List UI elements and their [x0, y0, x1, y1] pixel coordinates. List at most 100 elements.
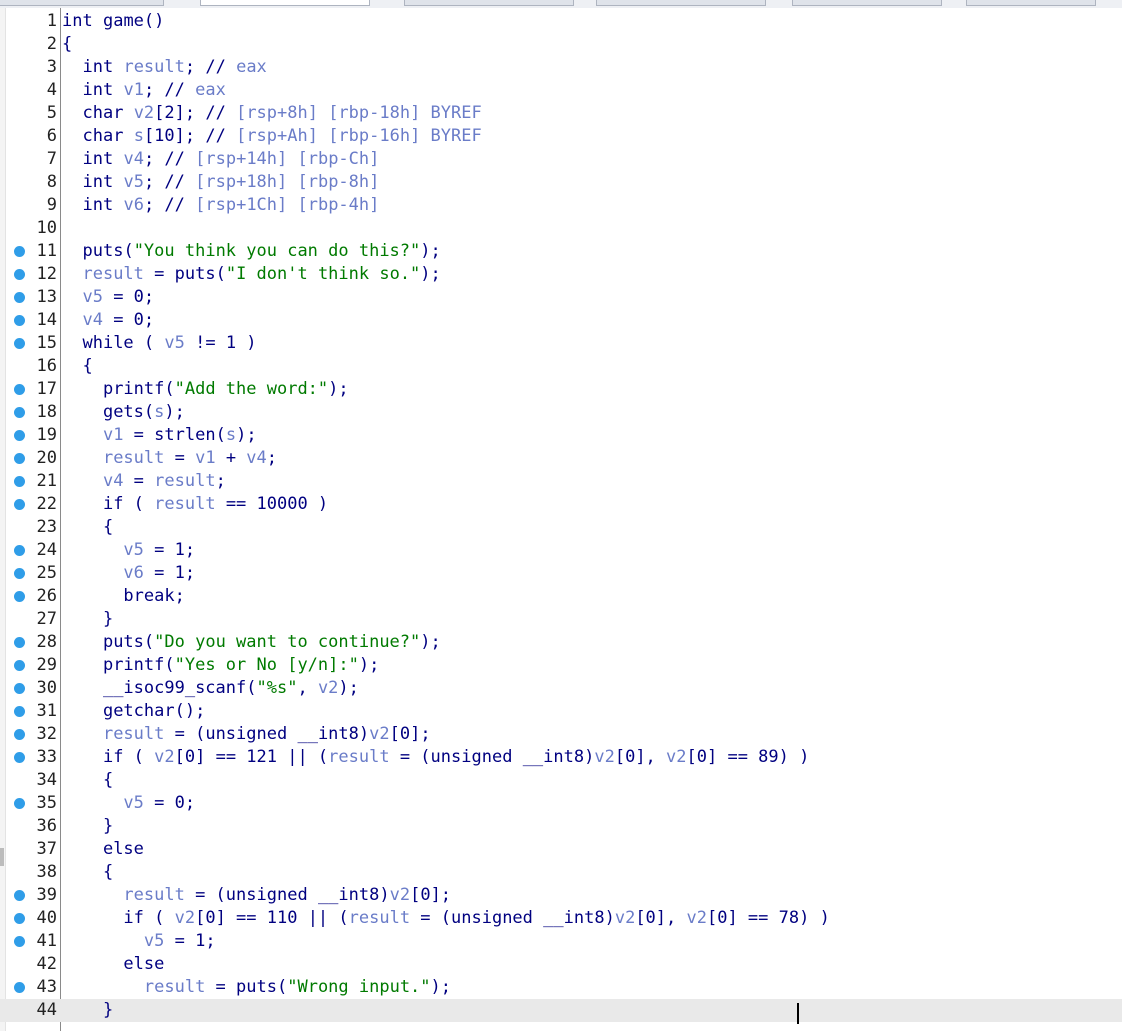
code-line[interactable]: 26 break;: [0, 585, 1122, 608]
code-line[interactable]: 39 result = (unsigned __int8)v2[0];: [0, 884, 1122, 907]
code-line[interactable]: 35 v5 = 0;: [0, 792, 1122, 815]
line-number: 40: [36, 908, 57, 928]
code-line[interactable]: 28 puts("Do you want to continue?");: [0, 631, 1122, 654]
code-line[interactable]: 20 result = v1 + v4;: [0, 447, 1122, 470]
punctuation: [62, 793, 123, 813]
punctuation: ;: [143, 172, 165, 192]
code-line[interactable]: 13 v5 = 0;: [0, 286, 1122, 309]
line-number: 6: [46, 126, 57, 146]
code-text: char v2[2]; // [rsp+8h] [rbp-18h] BYREF: [62, 102, 481, 125]
punctuation: (: [133, 333, 165, 353]
code-text: }: [62, 999, 113, 1022]
tab-pseudocode-b[interactable]: Pseudocode-B: [404, 0, 574, 6]
keyword-token: __isoc99_scanf: [102, 678, 247, 698]
punctuation: [62, 195, 82, 215]
line-number: 7: [46, 149, 57, 169]
code-line[interactable]: 31 getchar();: [0, 700, 1122, 723]
code-line[interactable]: 43 result = puts("Wrong input.");: [0, 976, 1122, 999]
code-line[interactable]: 40 if ( v2[0] == 110 || (result = (unsig…: [0, 907, 1122, 930]
line-number: 30: [36, 678, 57, 698]
punctuation: [62, 149, 82, 169]
variable-token: s: [133, 126, 144, 146]
tab-hex-view-1[interactable]: Hex View-1: [596, 0, 766, 6]
code-line[interactable]: 11 puts("You think you can do this?");: [0, 240, 1122, 263]
line-number: 10: [36, 218, 57, 238]
keyword-token: if: [123, 908, 144, 928]
punctuation: );: [420, 264, 441, 284]
comment-marker: //: [164, 195, 185, 215]
code-line[interactable]: 24 v5 = 1;: [0, 539, 1122, 562]
code-line[interactable]: 5 char v2[2]; // [rsp+8h] [rbp-18h] BYRE…: [0, 102, 1122, 125]
code-line[interactable]: 34 {: [0, 769, 1122, 792]
keyword-token: unsigned: [205, 724, 288, 744]
code-line[interactable]: 10: [0, 217, 1122, 240]
code-text: }: [62, 815, 113, 838]
variable-token: v1: [195, 448, 216, 468]
line-number: 34: [36, 770, 57, 790]
code-line[interactable]: 30 __isoc99_scanf("%s", v2);: [0, 677, 1122, 700]
code-line[interactable]: 33 if ( v2[0] == 121 || (result = (unsig…: [0, 746, 1122, 769]
variable-token: result: [102, 724, 165, 744]
code-line[interactable]: 29 printf("Yes or No [y/n]:");: [0, 654, 1122, 677]
pseudocode-view[interactable]: 1 int game() 2{3 int result; // eax 4 int v…: [0, 10, 1122, 1031]
variable-token: result: [154, 494, 216, 514]
line-number: 39: [36, 885, 57, 905]
keyword-token: puts: [82, 241, 124, 261]
code-line[interactable]: 41 v5 = 1;: [0, 930, 1122, 953]
code-line[interactable]: 37 else: [0, 838, 1122, 861]
code-line[interactable]: 42 else: [0, 953, 1122, 976]
code-line[interactable]: 2{: [0, 33, 1122, 56]
keyword-token: unsigned: [430, 747, 513, 767]
code-line[interactable]: 27 }: [0, 608, 1122, 631]
code-text: getchar();: [62, 700, 205, 723]
punctuation: ,: [297, 678, 318, 698]
punctuation: [62, 678, 103, 698]
punctuation: [533, 908, 543, 928]
code-line[interactable]: 16 {: [0, 355, 1122, 378]
code-line[interactable]: 38 {: [0, 861, 1122, 884]
code-line[interactable]: 21 v4 = result;: [0, 470, 1122, 493]
code-line[interactable]: 12 result = puts("I don't think so.");: [0, 263, 1122, 286]
code-line[interactable]: 23 {: [0, 516, 1122, 539]
tab-ida-view-a[interactable]: IDA View-A: [0, 0, 164, 6]
punctuation: (: [143, 632, 155, 652]
code-line[interactable]: 1 int game(): [0, 10, 1122, 33]
punctuation: = (: [164, 724, 206, 744]
code-text: printf("Yes or No [y/n]:");: [62, 654, 379, 677]
code-line[interactable]: 4 int v1; // eax: [0, 79, 1122, 102]
code-line[interactable]: 3 int result; // eax: [0, 56, 1122, 79]
code-line[interactable]: 32 result = (unsigned __int8)v2[0];: [0, 723, 1122, 746]
keyword-token: __int8: [297, 724, 359, 744]
punctuation: = (: [184, 885, 226, 905]
code-line[interactable]: 36 }: [0, 815, 1122, 838]
tab-structures[interactable]: Structures: [792, 0, 942, 6]
tab-pseudocode-a[interactable]: Pseudocode-A: [200, 0, 370, 6]
code-line[interactable]: 17 printf("Add the word:");: [0, 378, 1122, 401]
variable-token: v2: [369, 724, 390, 744]
punctuation: );: [420, 632, 441, 652]
keyword-token: char: [82, 126, 124, 146]
code-line[interactable]: 19 v1 = strlen(s);: [0, 424, 1122, 447]
code-line[interactable]: 18 gets(s);: [0, 401, 1122, 424]
code-line[interactable]: 8 int v5; // [rsp+18h] [rbp-8h]: [0, 171, 1122, 194]
code-line[interactable]: 44 }: [0, 999, 1122, 1022]
line-number: 28: [36, 632, 57, 652]
code-line[interactable]: 6 char s[10]; // [rsp+Ah] [rbp-16h] BYRE…: [0, 125, 1122, 148]
code-line[interactable]: 15 while ( v5 != 1 ): [0, 332, 1122, 355]
code-line[interactable]: 7 int v4; // [rsp+14h] [rbp-Ch]: [0, 148, 1122, 171]
punctuation: [62, 586, 123, 606]
code-line[interactable]: 9 int v6; // [rsp+1Ch] [rbp-4h]: [0, 194, 1122, 217]
code-line[interactable]: 25 v6 = 1;: [0, 562, 1122, 585]
punctuation: =: [123, 471, 155, 491]
code-line[interactable]: 14 v4 = 0;: [0, 309, 1122, 332]
punctuation: [62, 977, 144, 997]
line-number: 29: [36, 655, 57, 675]
variable-token: v2: [614, 908, 636, 928]
line-number: 1: [46, 11, 57, 31]
punctuation: ;: [266, 448, 278, 468]
line-number: 23: [36, 517, 57, 537]
punctuation: ;: [143, 80, 165, 100]
code-line[interactable]: 22 if ( result == 10000 ): [0, 493, 1122, 516]
tab-enums[interactable]: Enums: [966, 0, 1096, 6]
code-text: }: [62, 608, 113, 631]
